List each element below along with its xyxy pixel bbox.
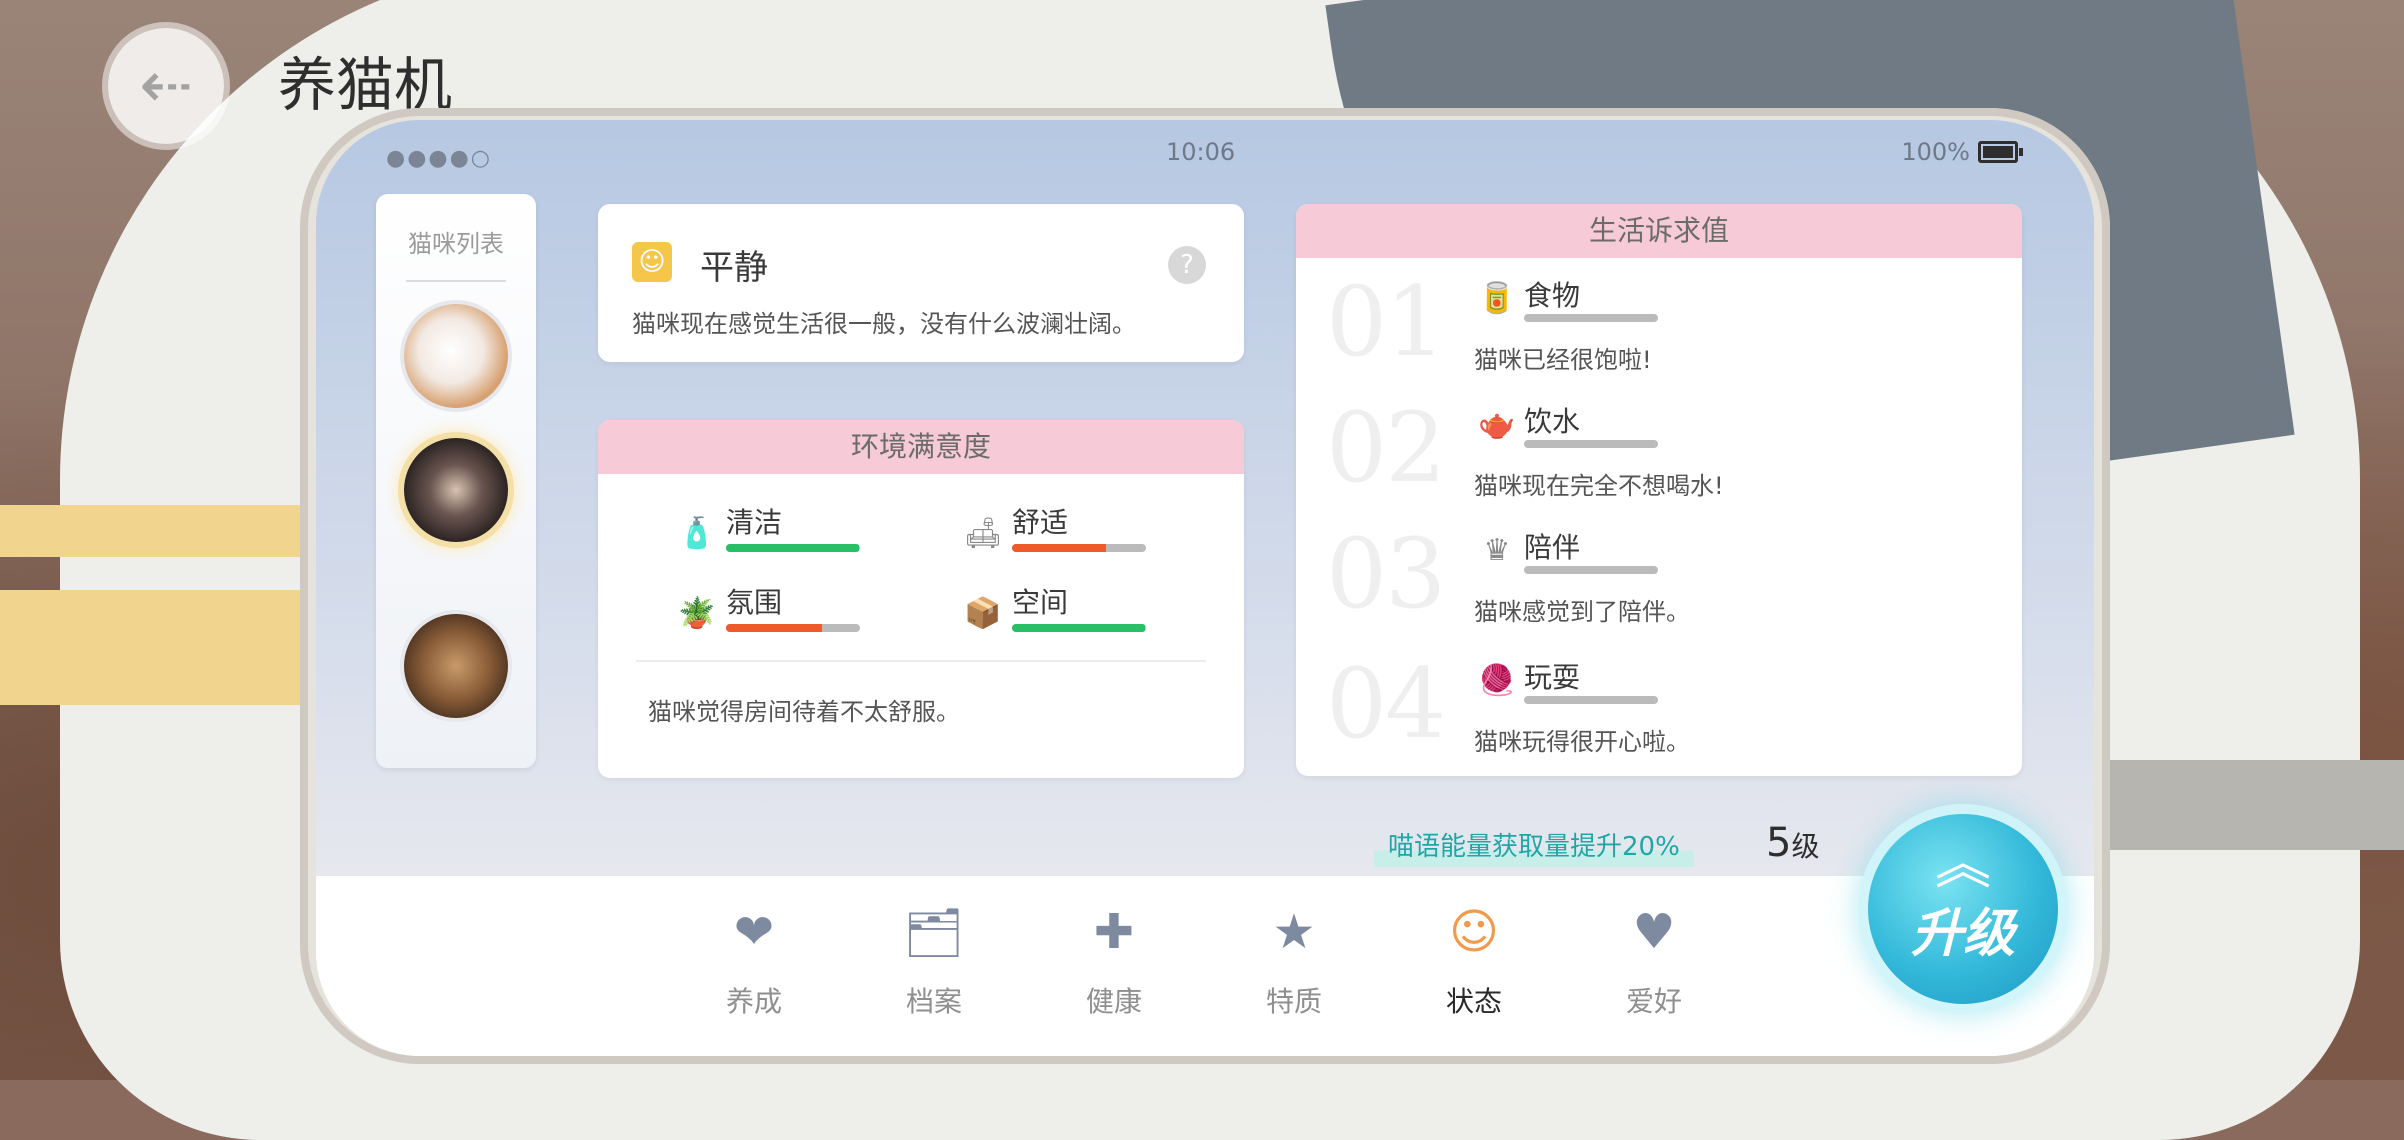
environment-title: 环境满意度	[598, 420, 1244, 474]
env-item-comfort: 🛋 舒适	[964, 506, 1146, 552]
life-need-number: 03	[1326, 518, 1446, 630]
cat-bed-icon: ♛	[1483, 533, 1511, 568]
background-stripe	[0, 505, 300, 557]
cat-list-panel: 猫咪列表	[376, 194, 536, 768]
status-time: 10:06	[1166, 138, 1236, 166]
tab-label: 爱好	[1625, 985, 1682, 1018]
battery-percent: 100%	[1901, 138, 1970, 166]
life-need-item: 01 🥫 食物 猫咪已经很饱啦!	[1326, 270, 2006, 390]
life-need-progress-bar	[1524, 566, 1658, 574]
tab-traits[interactable]: ★ 特质	[1219, 896, 1369, 1020]
env-progress-bar	[726, 544, 860, 552]
life-need-label: 食物	[1524, 279, 1581, 312]
tab-nurture[interactable]: ❤ 养成	[679, 896, 829, 1020]
tab-profile[interactable]: 🗂 档案	[859, 896, 1009, 1020]
heart-scissors-icon: ❤	[692, 896, 816, 968]
divider	[406, 280, 506, 282]
mood-description: 猫咪现在感觉生活很一般，没有什么波澜壮阔。	[632, 310, 1136, 338]
tab-hobbies[interactable]: ♥ 爱好	[1579, 896, 1729, 1020]
tab-label: 状态	[1445, 985, 1502, 1018]
cat-list-title: 猫咪列表	[408, 230, 504, 258]
cleaning-bottle-icon: 🧴	[678, 516, 716, 551]
mood-card: ☺ 平静 ? 猫咪现在感觉生活很一般，没有什么波澜壮阔。	[598, 204, 1244, 362]
life-need-description: 猫咪现在完全不想喝水!	[1474, 472, 1724, 500]
life-need-progress-bar	[1524, 696, 1658, 704]
tab-label: 档案	[905, 985, 962, 1018]
double-chevron-up-icon: ︽	[1935, 831, 1991, 897]
life-need-item: 04 🧶 玩耍 猫咪玩得很开心啦。	[1326, 652, 2006, 772]
cat-avatar-calico[interactable]	[404, 304, 508, 408]
tab-status[interactable]: ☺ 状态	[1399, 896, 1549, 1020]
bottom-nav: ❤ 养成 🗂 档案 ✚ 健康 ★ 特质 ☺ 状态 ♥ 爱好	[316, 876, 2094, 1056]
life-need-label: 玩耍	[1524, 661, 1581, 694]
life-need-number: 02	[1326, 392, 1446, 504]
food-can-icon: 🥫	[1478, 281, 1516, 316]
env-progress-bar	[1012, 624, 1146, 632]
tab-label: 养成	[725, 985, 782, 1018]
help-icon[interactable]: ?	[1168, 246, 1206, 284]
background-stripe	[0, 590, 300, 705]
battery-icon	[1978, 141, 2023, 163]
env-progress-bar	[1012, 544, 1146, 552]
heart-bubble-icon: ♥	[1592, 896, 1716, 968]
tab-health[interactable]: ✚ 健康	[1039, 896, 1189, 1020]
env-item-atmosphere: 🪴 氛围	[678, 586, 860, 632]
star-badge-icon: ★	[1232, 896, 1356, 968]
back-button[interactable]: ⇠	[108, 28, 224, 144]
env-label: 空间	[1012, 586, 1069, 619]
cat-avatar-tabby[interactable]	[404, 614, 508, 718]
folder-icon: 🗂	[872, 896, 996, 968]
life-need-number: 01	[1326, 266, 1446, 378]
life-needs-card: 生活诉求值 01 🥫 食物 猫咪已经很饱啦! 02 🫖 饮水 猫咪现在完全不想喝…	[1296, 204, 2022, 776]
env-progress-bar	[726, 624, 860, 632]
life-need-label: 陪伴	[1524, 531, 1581, 564]
environment-card: 环境满意度 🧴 清洁 🛋 舒适 🪴 氛围 📦 空间 猫咪觉得房间待着不太舒服。	[598, 420, 1244, 778]
divider	[636, 660, 1206, 662]
life-need-description: 猫咪感觉到了陪伴。	[1474, 598, 1690, 626]
environment-description: 猫咪觉得房间待着不太舒服。	[648, 698, 960, 726]
env-label: 清洁	[726, 506, 783, 539]
env-item-clean: 🧴 清洁	[678, 506, 860, 552]
life-needs-title: 生活诉求值	[1296, 204, 2022, 258]
plant-pot-icon: 🪴	[678, 596, 716, 631]
upgrade-label: 升级	[1910, 903, 2015, 964]
life-need-description: 猫咪玩得很开心啦。	[1474, 728, 1690, 756]
upgrade-button[interactable]: ︽ 升级	[1868, 814, 2058, 1004]
life-need-progress-bar	[1524, 314, 1658, 322]
env-label: 氛围	[726, 586, 783, 619]
life-need-item: 03 ♛ 陪伴 猫咪感觉到了陪伴。	[1326, 522, 2006, 642]
cat-avatar-siamese-selected[interactable]	[404, 438, 508, 542]
tab-label: 健康	[1085, 985, 1142, 1018]
smile-face-icon: ☺	[632, 242, 672, 282]
life-need-number: 04	[1326, 648, 1446, 760]
tab-label: 特质	[1265, 985, 1322, 1018]
life-need-progress-bar	[1524, 440, 1658, 448]
back-arrow-icon: ⇠	[139, 49, 193, 123]
medical-kit-icon: ✚	[1052, 896, 1176, 968]
energy-bonus-text: 喵语能量获取量提升20%	[1374, 826, 1694, 867]
water-kettle-icon: 🫖	[1478, 407, 1516, 442]
life-need-item: 02 🫖 饮水 猫咪现在完全不想喝水!	[1326, 396, 2006, 516]
env-label: 舒适	[1012, 506, 1069, 539]
life-need-label: 饮水	[1524, 405, 1581, 438]
mood-title: 平静	[700, 248, 768, 288]
level-unit: 级	[1791, 830, 1820, 863]
level-indicator: 5级	[1766, 820, 1819, 866]
level-number: 5	[1766, 820, 1792, 866]
sofa-icon: 🛋	[964, 516, 1003, 551]
cube-box-icon: 📦	[964, 596, 1002, 631]
smile-face-icon: ☺	[1412, 896, 1536, 968]
battery-status: 100%	[1901, 138, 2023, 166]
env-item-space: 📦 空间	[964, 586, 1146, 632]
yarn-ball-icon: 🧶	[1478, 663, 1516, 698]
signal-indicator: ●●●●○	[386, 146, 492, 171]
life-need-description: 猫咪已经很饱啦!	[1474, 346, 1652, 374]
device-screen: ●●●●○ 10:06 100% 猫咪列表 ☺ 平静 ? 猫咪现在感觉生活很一般…	[316, 120, 2094, 1056]
background-bar	[2110, 760, 2404, 850]
